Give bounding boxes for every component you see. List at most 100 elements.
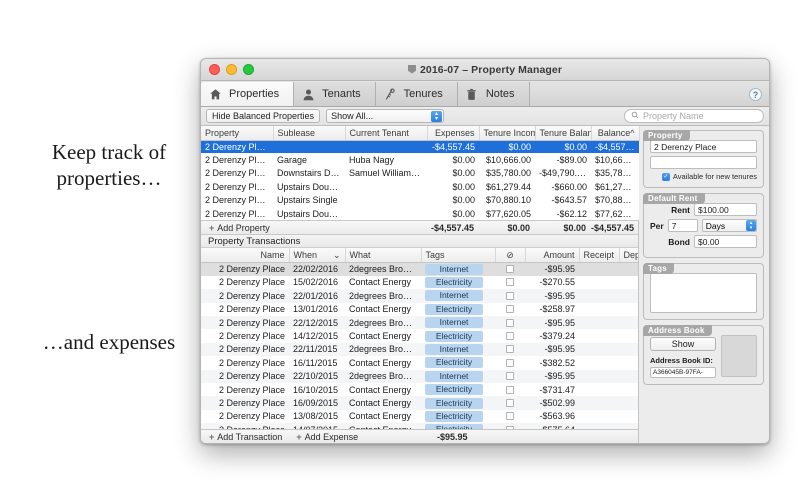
table-row[interactable]: 2 Derenzy Place Upstairs Doubl… $0.00 $77,6… [201,206,639,221]
properties-header-row: Property Sublease Current Tenant Expense… [201,126,640,141]
tab-properties[interactable]: Properties [201,82,295,106]
table-row[interactable]: 2 Derenzy Place 13/01/2016 Contact Energy E… [201,302,638,316]
attachment-checkbox[interactable] [506,332,514,341]
cell-tenure-balance: -$62.12 [535,206,591,221]
cell-expenses: $0.00 [427,193,479,207]
attachment-checkbox[interactable] [506,399,514,407]
table-row[interactable]: 2 Derenzy Place Upstairs Single $0.00 $70,8… [201,193,639,207]
cell-when: 22/12/2015 [289,315,345,330]
cell-property: 2 Derenzy Place [201,153,273,167]
col-tenure-balance[interactable]: Tenure Balance [535,126,592,141]
tab-tenures[interactable]: Tenures [375,82,458,106]
search-input[interactable]: Property Name [624,109,764,123]
attachment-checkbox[interactable] [506,318,514,327]
property-name-field[interactable]: 2 Derenzy Place [650,140,757,153]
cell-attachment [495,315,525,330]
cell-property: 2 Derenzy Place [201,166,273,181]
table-row[interactable]: 2 Derenzy Place 22/12/2015 2degrees Broadb… [201,315,638,330]
table-row[interactable]: 2 Derenzy Place Garage Huba Nagy $0.00 $10,6… [201,153,639,167]
address-book-show-button[interactable]: Show [650,337,716,351]
attachment-checkbox[interactable] [506,345,514,354]
col-tx-attachment[interactable]: ⊘ [495,248,526,263]
help-button[interactable]: ? [749,88,762,101]
cell-what: Contact Energy [345,275,421,290]
transactions-table[interactable]: Name When ⌄ What Tags ⊘ Amount Receipt De… [201,248,638,429]
col-tx-receipt[interactable]: Receipt [579,248,620,263]
table-row[interactable]: 2 Derenzy Place 22/01/2016 2degrees Broadb… [201,289,638,303]
col-tx-tags[interactable]: Tags [421,248,496,263]
table-row[interactable]: 2 Derenzy Place Downstairs Do… Samuel Will… [201,166,639,181]
attachment-checkbox[interactable] [506,265,514,274]
chevron-updown-icon: ▴ ▾ [431,111,443,122]
available-for-new-tenures-checkbox[interactable]: ✓ Available for new tenures [650,172,757,181]
cell-tenant: Samuel Williams,… [345,166,427,181]
table-row[interactable]: 2 Derenzy Place 22/02/2016 2degrees Broadb… [201,262,638,276]
attachment-checkbox[interactable] [506,305,514,314]
table-row[interactable]: 2 Derenzy Place 15/02/2016 Contact Energy E… [201,275,638,290]
sort-chevron-icon: ⌄ [332,249,341,260]
cell-attachment [495,302,525,316]
per-period-select[interactable]: Days ▴ ▾ [701,219,757,232]
search-placeholder: Property Name [643,111,704,121]
tags-input[interactable] [650,273,757,313]
col-tx-deposited[interactable]: Deposited/… [619,248,638,263]
add-property-button[interactable]: + Add Property [201,223,270,233]
cell-when: 22/10/2015 [289,369,345,383]
cell-expenses: $0.00 [427,180,479,194]
add-transaction-button[interactable]: + Add Transaction [201,432,282,442]
col-balance[interactable]: Balance^ [591,126,640,141]
transactions-footer: + Add Transaction + Add Expense -$95.95 [201,428,638,443]
property-second-field[interactable] [650,156,757,169]
attachment-checkbox[interactable] [506,358,514,367]
attachment-checkbox[interactable] [506,278,514,287]
col-tenure-income[interactable]: Tenure Income [479,126,536,141]
main-pane: Property Sublease Current Tenant Expense… [201,126,640,443]
cell-amount: -$382.52 [525,356,579,370]
col-sublease[interactable]: Sublease [273,126,346,141]
cell-amount: -$258.97 [525,302,579,316]
bond-field[interactable]: $0.00 [694,235,757,248]
attachment-checkbox[interactable] [506,291,514,300]
table-row[interactable]: 2 Derenzy Place 16/10/2015 Contact Energy E… [201,382,638,397]
col-tx-what[interactable]: What [345,248,422,263]
attachment-checkbox[interactable] [506,385,514,394]
table-row[interactable]: 2 Derenzy Place 22/10/2015 2degrees Broadb… [201,369,638,383]
cell-deposited [619,356,638,370]
col-tx-when[interactable]: When ⌄ [289,248,346,263]
person-icon [301,87,315,101]
attachment-checkbox[interactable] [506,372,514,381]
cell-sublease: Upstairs Doubl… [273,180,345,194]
cell-name: 2 Derenzy Place [201,396,289,410]
attachment-checkbox[interactable] [506,412,514,421]
col-current-tenant[interactable]: Current Tenant [345,126,428,141]
table-row[interactable]: 2 Derenzy Place 16/11/2015 Contact Energy E… [201,356,638,370]
tag-badge: Internet [425,343,483,355]
col-tx-amount[interactable]: Amount [525,248,580,263]
show-filter-select[interactable]: Show All... ▴ ▾ [326,109,445,123]
rent-field[interactable]: $100.00 [694,203,757,216]
col-tx-name[interactable]: Name [201,248,290,263]
table-row[interactable]: 2 Derenzy Place 22/11/2015 2degrees Broadb… [201,342,638,357]
address-book-id-field[interactable]: A366045B-97FA- [650,367,716,378]
cell-tenant [345,193,427,207]
cell-receipt [579,382,619,397]
cell-receipt [579,356,619,370]
add-expense-button[interactable]: + Add Expense [282,432,358,442]
cell-name: 2 Derenzy Place [201,262,289,276]
cell-property: 2 Derenzy Place [201,206,273,221]
cell-what: Contact Energy [345,396,421,410]
col-property[interactable]: Property [201,126,274,141]
table-row[interactable]: 2 Derenzy Place Upstairs Doubl… $0.00 $61,2… [201,180,639,194]
per-count-field[interactable]: 7 [667,219,698,232]
col-expenses[interactable]: Expenses [427,126,480,141]
hide-balanced-properties-button[interactable]: Hide Balanced Properties [206,109,321,123]
cell-expenses: $0.00 [427,166,479,181]
cell-amount: -$95.95 [525,262,579,276]
table-row[interactable]: 2 Derenzy Place 13/08/2015 Contact Energy E… [201,409,638,424]
table-row[interactable]: 2 Derenzy Place 14/12/2015 Contact Energy E… [201,329,638,343]
tab-notes[interactable]: Notes [457,82,530,106]
table-row[interactable]: 2 Derenzy Place 16/09/2015 Contact Energy E… [201,396,638,410]
tab-tenants[interactable]: Tenants [294,82,376,106]
table-row[interactable]: 2 Derenzy Place -$4,557.45 $0.00 $0.00 -$4,5… [201,140,639,154]
cell-expenses: $0.00 [427,206,479,221]
